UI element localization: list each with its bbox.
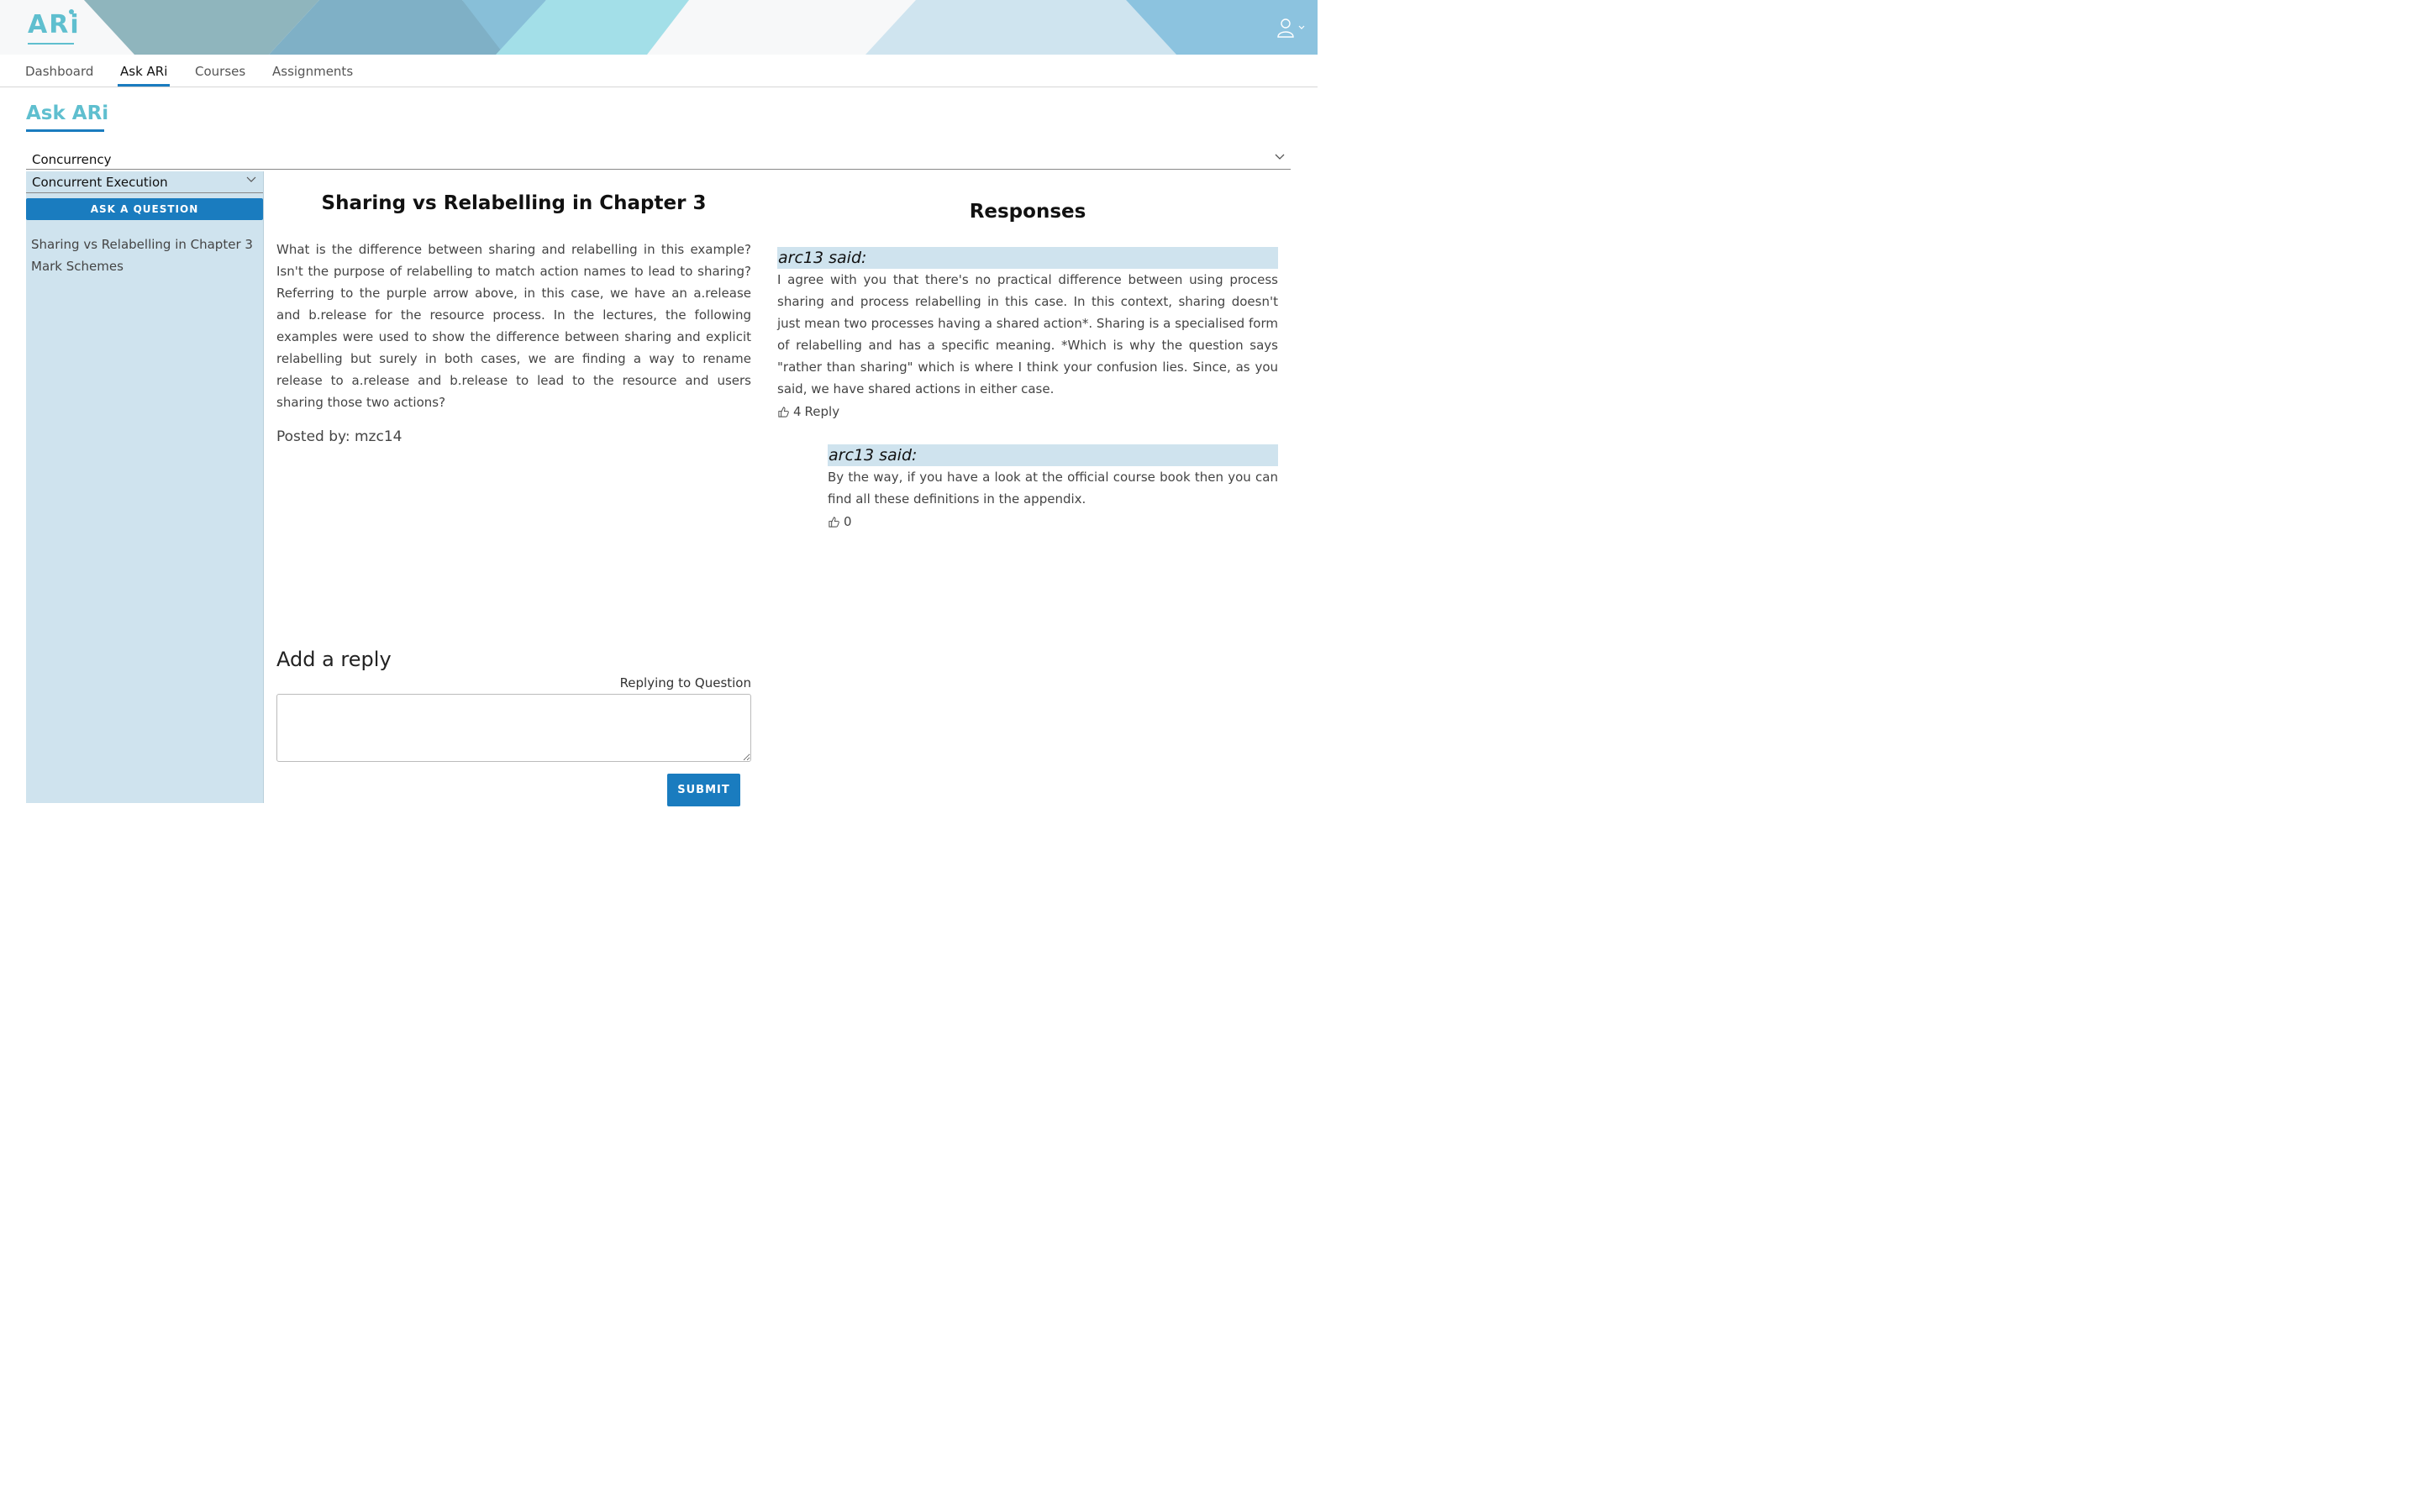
posted-by: Posted by: mzc14 bbox=[276, 428, 402, 445]
response-author: arc13 said: bbox=[777, 247, 1278, 269]
like-count: 4 bbox=[793, 404, 802, 419]
user-icon bbox=[1277, 18, 1305, 38]
tab-assignments[interactable]: Assignments bbox=[272, 64, 353, 79]
question-body: What is the difference between sharing a… bbox=[276, 242, 751, 410]
thumbs-up-icon[interactable] bbox=[828, 516, 840, 528]
tab-ask-ari[interactable]: Ask ARi bbox=[120, 64, 167, 79]
page-title: Ask ARi bbox=[26, 102, 109, 124]
response-author: arc13 said: bbox=[828, 444, 1278, 466]
reply-link[interactable]: Reply bbox=[805, 404, 840, 419]
response-meta: 4 Reply bbox=[777, 404, 839, 419]
sidebar: Concurrent Execution ASK A QUESTION Shar… bbox=[26, 171, 264, 803]
thumbs-up-icon[interactable] bbox=[777, 406, 790, 418]
logo-dot bbox=[69, 9, 74, 14]
reply-textarea[interactable] bbox=[276, 694, 751, 762]
responses-title: Responses bbox=[969, 201, 1086, 223]
question-title: Sharing vs Relabelling in Chapter 3 bbox=[321, 192, 707, 214]
logo-underline bbox=[28, 43, 74, 45]
tab-dashboard[interactable]: Dashboard bbox=[25, 64, 93, 79]
main-nav: Dashboard Ask ARi Courses Assignments bbox=[0, 55, 1318, 87]
posted-by-label: Posted by: bbox=[276, 428, 350, 445]
response-meta: 0 bbox=[828, 514, 852, 529]
tab-courses[interactable]: Courses bbox=[195, 64, 245, 79]
course-select[interactable]: Concurrency bbox=[26, 150, 1291, 170]
response-body: By the way, if you have a look at the of… bbox=[828, 470, 1278, 507]
user-menu-button[interactable] bbox=[1274, 17, 1307, 39]
sidebar-question-item[interactable]: Sharing vs Relabelling in Chapter 3 bbox=[31, 237, 253, 252]
course-select-value: Concurrency bbox=[32, 152, 112, 167]
sidebar-question-item[interactable]: Mark Schemes bbox=[31, 259, 124, 274]
add-reply-heading: Add a reply bbox=[276, 648, 392, 671]
active-tab-indicator bbox=[118, 84, 170, 87]
topic-select-value: Concurrent Execution bbox=[32, 175, 168, 190]
posted-by-user: mzc14 bbox=[354, 428, 402, 445]
banner-decoration bbox=[84, 0, 1318, 55]
submit-button[interactable]: SUBMIT bbox=[667, 774, 740, 806]
header-banner bbox=[0, 0, 1318, 55]
chevron-down-icon bbox=[246, 176, 256, 182]
response-body: I agree with you that there's no practic… bbox=[777, 272, 1278, 396]
chevron-down-icon bbox=[1275, 154, 1285, 160]
topic-select[interactable]: Concurrent Execution bbox=[26, 171, 263, 193]
like-count: 0 bbox=[844, 514, 852, 529]
replying-to-label: Replying to Question bbox=[619, 675, 751, 690]
ask-question-button[interactable]: ASK A QUESTION bbox=[26, 198, 263, 220]
app-logo[interactable]: ARi bbox=[28, 10, 81, 39]
page-title-underline bbox=[26, 129, 104, 132]
